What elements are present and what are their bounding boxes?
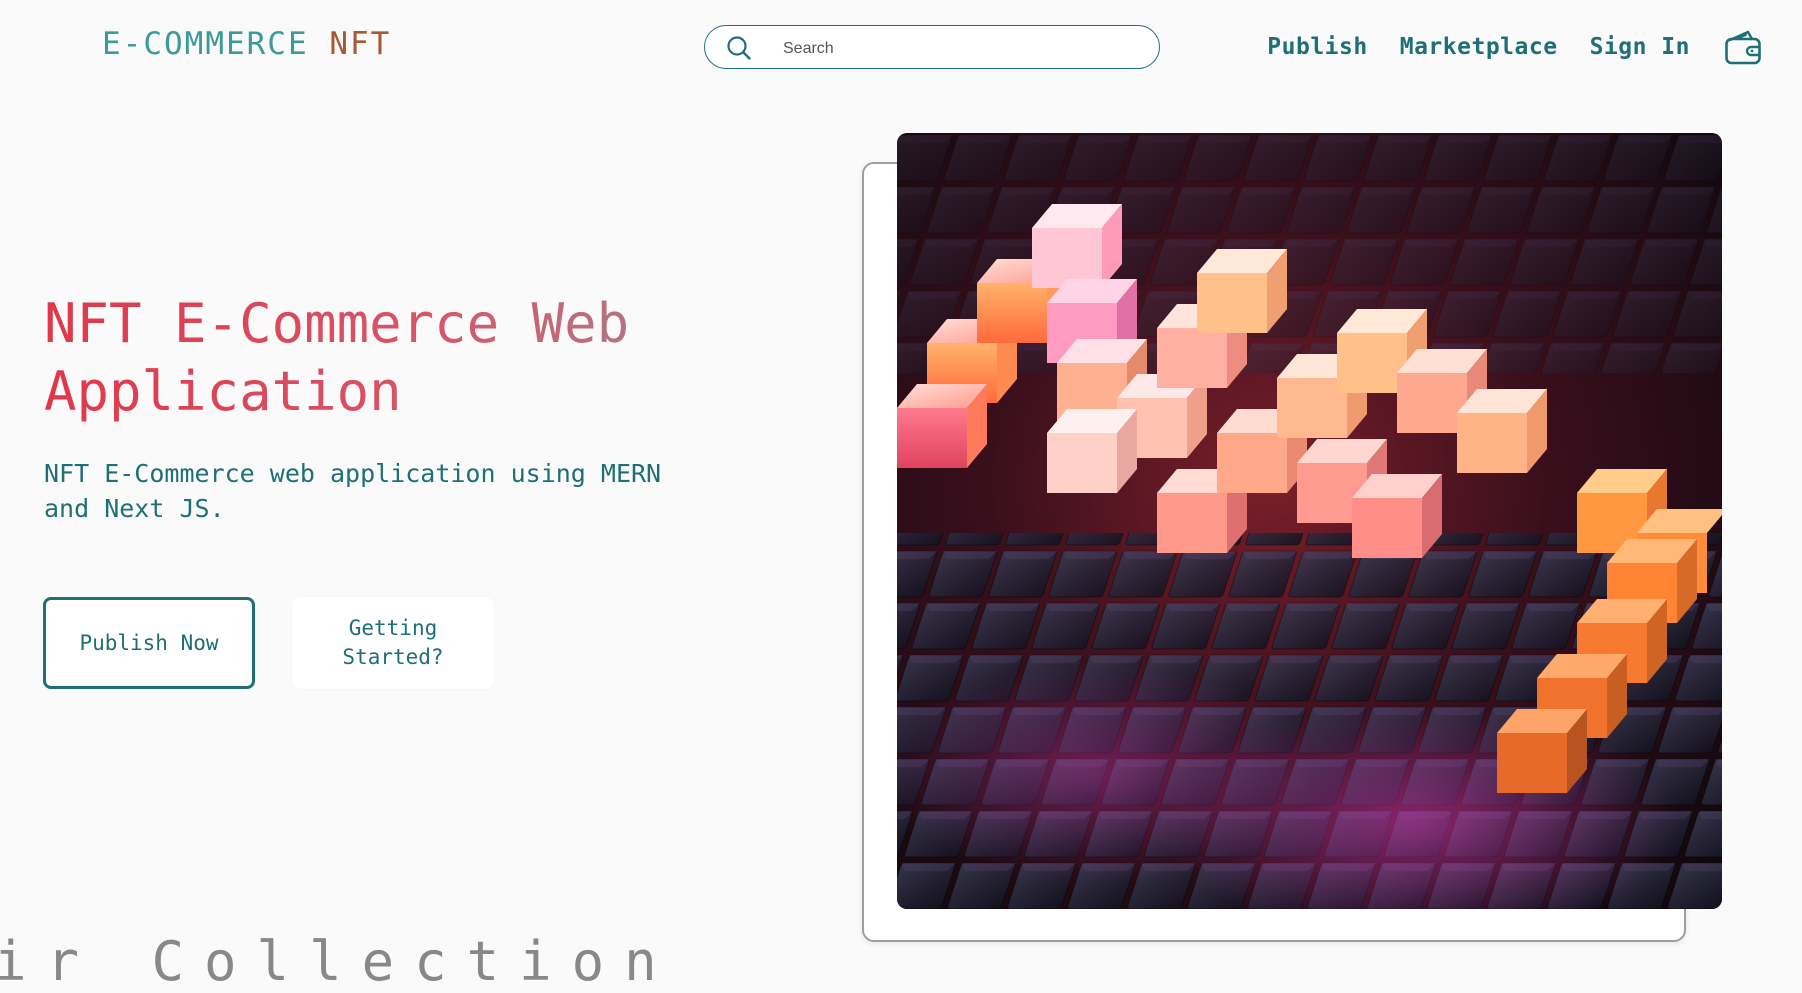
hero-title: NFT E-Commerce Web Application bbox=[44, 290, 764, 426]
nav-publish-link[interactable]: Publish bbox=[1267, 34, 1367, 60]
search-icon[interactable] bbox=[725, 34, 753, 62]
search-bar[interactable] bbox=[704, 25, 1160, 69]
hero-subtitle: NFT E-Commerce web application using MER… bbox=[44, 459, 662, 523]
getting-started-button[interactable]: Getting Started? bbox=[292, 597, 494, 689]
search-input[interactable] bbox=[781, 34, 1145, 64]
brand-logo[interactable]: E-COMMERCE NFT bbox=[102, 26, 391, 62]
wallet-icon[interactable] bbox=[1722, 26, 1764, 68]
nft-cube-artwork bbox=[897, 133, 1722, 909]
brand-text-part1: E-COMMERCE bbox=[102, 26, 309, 62]
nav-links: Publish Marketplace Sign In bbox=[1267, 26, 1764, 68]
brand-text-part2: NFT bbox=[329, 26, 392, 62]
publish-now-button[interactable]: Publish Now bbox=[43, 597, 255, 689]
hero-image bbox=[897, 133, 1722, 909]
nav-signin-link[interactable]: Sign In bbox=[1590, 34, 1690, 60]
navbar: E-COMMERCE NFT Publish Marketplace Sign … bbox=[0, 0, 1802, 96]
nav-marketplace-link[interactable]: Marketplace bbox=[1400, 34, 1558, 60]
